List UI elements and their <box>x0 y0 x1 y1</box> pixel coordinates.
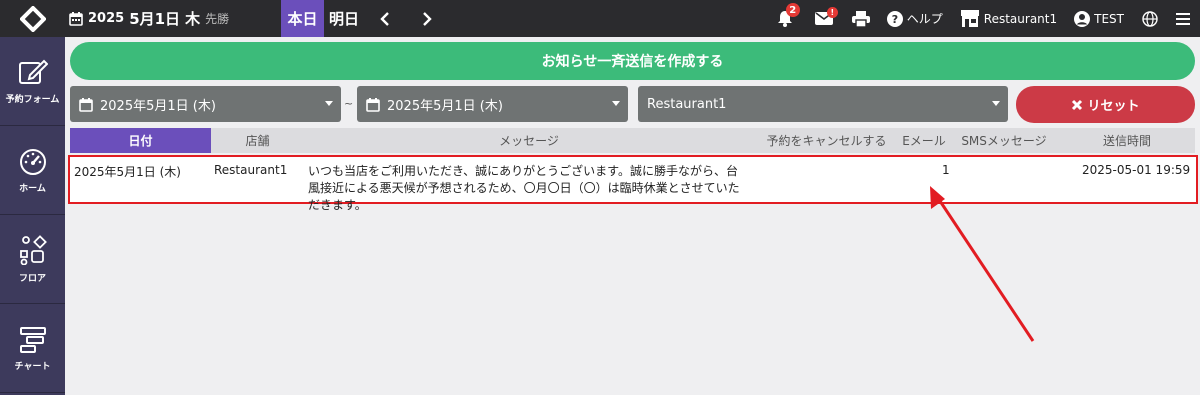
help-label: ヘルプ <box>906 12 943 26</box>
top-bar: 2025 5月1日 木 先勝 本日 明日 2 ! ? ヘルプ Restauran… <box>0 0 1200 37</box>
user-circle-icon <box>1074 10 1091 27</box>
column-email[interactable]: Eメール <box>899 128 949 153</box>
user-menu[interactable]: TEST <box>1074 10 1124 27</box>
sidebar-item-floor[interactable]: フロア <box>0 215 65 304</box>
reset-button[interactable]: リセット <box>1016 86 1195 123</box>
chevron-right-icon <box>423 11 432 26</box>
sidebar-item-label: 予約フォーム <box>5 94 60 105</box>
menu-button[interactable] <box>1176 12 1190 25</box>
cell-sent-time: 2025-05-01 19:59 <box>1082 163 1191 177</box>
sidebar-item-home[interactable]: ホーム <box>0 126 65 215</box>
hamburger-icon <box>1176 12 1190 25</box>
today-button[interactable]: 本日 <box>281 0 324 37</box>
restaurant-label: Restaurant1 <box>983 11 1058 26</box>
caret-down-icon <box>612 101 620 106</box>
column-store[interactable]: 店舗 <box>211 128 304 153</box>
cell-store: Restaurant1 <box>214 163 288 177</box>
restaurant-switcher[interactable]: Restaurant1 <box>960 10 1057 27</box>
date-from-value: 2025年5月1日 (木) <box>100 98 216 114</box>
cell-message: いつも当店をご利用いただき、誠にありがとうございます。誠に勝手ながら、台風接近に… <box>308 164 740 212</box>
language-button[interactable] <box>1142 10 1158 27</box>
messages-button[interactable]: ! <box>814 7 838 25</box>
cell-email: 1 <box>942 163 950 177</box>
table-row[interactable]: 2025年5月1日 (木) Restaurant1 いつも当店をご利用いただき、… <box>68 155 1198 212</box>
column-message[interactable]: メッセージ <box>304 128 754 153</box>
notification-count-badge: 2 <box>785 3 800 17</box>
sidebar-item-reservation-form[interactable]: 予約フォーム <box>0 37 65 126</box>
calendar-icon <box>79 97 93 112</box>
restaurant-select[interactable]: Restaurant1 <box>638 86 1008 122</box>
help-circle-icon: ? <box>886 10 903 27</box>
column-sms[interactable]: SMSメッセージ <box>949 128 1059 153</box>
sidebar-item-chart[interactable]: チャート <box>0 304 65 393</box>
dashboard-icon <box>19 148 46 175</box>
notifications-button[interactable]: 2 <box>777 3 800 27</box>
date-month-day: 5月1日 <box>129 10 181 28</box>
cell-date: 2025年5月1日 (木) <box>74 165 181 179</box>
tomorrow-button[interactable]: 明日 <box>324 0 364 37</box>
restaurant-select-value: Restaurant1 <box>647 96 727 112</box>
prev-day-button[interactable] <box>364 0 406 37</box>
date-range-separator: ~ <box>344 97 354 110</box>
date-weekday: 木 <box>185 10 201 28</box>
help-button[interactable]: ? ヘルプ <box>886 10 943 27</box>
create-broadcast-button[interactable]: お知らせ一斉送信を作成する <box>70 42 1195 80</box>
globe-icon <box>1142 10 1158 27</box>
next-day-button[interactable] <box>406 0 448 37</box>
date-to-select[interactable]: 2025年5月1日 (木) <box>357 86 628 122</box>
chevron-left-icon <box>380 11 389 26</box>
store-icon <box>960 10 979 27</box>
caret-down-icon <box>325 101 333 106</box>
caret-down-icon <box>992 101 1000 106</box>
printer-icon <box>851 10 870 27</box>
sidebar-item-label: チャート <box>14 361 51 372</box>
date-from-select[interactable]: 2025年5月1日 (木) <box>70 86 341 122</box>
shapes-icon <box>19 234 47 265</box>
date-to-value: 2025年5月1日 (木) <box>387 98 503 114</box>
date-rokuyo: 先勝 <box>205 12 230 26</box>
edit-icon <box>18 59 48 84</box>
calendar-icon <box>366 97 380 112</box>
date-year: 2025 <box>88 11 125 26</box>
svg-text:?: ? <box>892 13 898 26</box>
sidebar-item-label: ホーム <box>19 183 46 194</box>
sidebar-item-label: フロア <box>18 273 46 284</box>
column-cancel-reservation[interactable]: 予約をキャンセルする <box>754 128 899 153</box>
column-date[interactable]: 日付 <box>70 128 211 153</box>
message-alert-badge: ! <box>826 7 838 18</box>
app-logo-icon[interactable] <box>0 0 65 37</box>
sidebar: 予約フォーム ホーム フロア チャート <box>0 37 65 395</box>
reset-label: リセット <box>1087 99 1140 114</box>
close-icon <box>1072 99 1083 110</box>
chart-icon <box>19 326 46 353</box>
current-date[interactable]: 2025 5月1日 木 先勝 <box>65 0 281 37</box>
print-button[interactable] <box>851 10 870 27</box>
table-header: 日付 店舗 メッセージ 予約をキャンセルする Eメール SMSメッセージ 送信時… <box>70 128 1195 153</box>
calendar-icon <box>69 11 83 26</box>
user-label: TEST <box>1094 11 1124 26</box>
column-sent-time[interactable]: 送信時間 <box>1059 128 1195 153</box>
